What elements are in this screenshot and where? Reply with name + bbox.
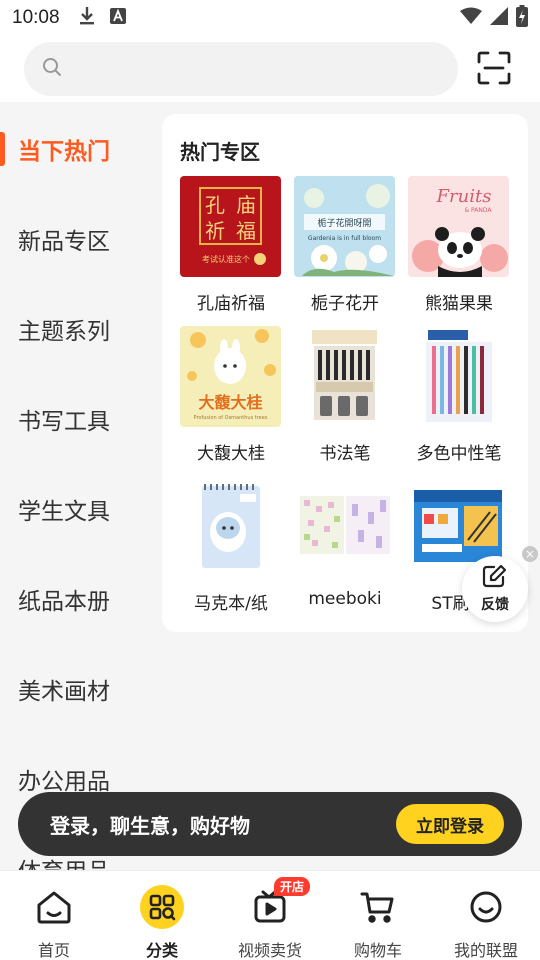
product-thumbnail bbox=[294, 326, 395, 427]
product-thumbnail: Fruits & PANDA bbox=[408, 176, 509, 277]
keyboard-a-icon bbox=[109, 8, 126, 28]
section-title: 热门专区 bbox=[180, 140, 260, 164]
product-thumbnail: 大馥大桂 Profusion of Osmanthus trees bbox=[180, 326, 281, 427]
sidebar-item-label: 主题系列 bbox=[18, 319, 110, 345]
nav-item-category[interactable]: 分类 bbox=[108, 871, 216, 960]
open-store-badge: 开店 bbox=[274, 877, 311, 896]
home-icon bbox=[32, 885, 76, 929]
sidebar-item-theme[interactable]: 主题系列 bbox=[0, 284, 150, 374]
search-bar[interactable] bbox=[24, 42, 458, 96]
login-banner: 登录，聊生意，购好物 立即登录 bbox=[18, 792, 522, 856]
thumb-caption: Profusion of Osmanthus trees bbox=[194, 415, 268, 421]
product-name: 栀子花开 bbox=[311, 294, 379, 314]
product-name: 多色中性笔 bbox=[416, 444, 502, 464]
sidebar-item-new[interactable]: 新品专区 bbox=[0, 194, 150, 284]
nav-item-cart[interactable]: 购物车 bbox=[324, 871, 432, 960]
sidebar-item-hot[interactable]: 当下热门 bbox=[0, 104, 150, 194]
thumb-caption: Gardenia is in full bloom bbox=[308, 235, 381, 242]
search-icon bbox=[42, 57, 62, 81]
product-name: 熊猫果果 bbox=[425, 294, 493, 314]
sidebar-item-label: 美术画材 bbox=[18, 679, 110, 705]
sidebar-item-label: 学生文具 bbox=[18, 499, 110, 525]
nav-item-home[interactable]: 首页 bbox=[0, 871, 108, 960]
nav-label: 分类 bbox=[145, 941, 178, 960]
sidebar-item-writing-tools[interactable]: 书写工具 bbox=[0, 374, 150, 464]
thumb-char: 孔 bbox=[205, 193, 225, 217]
battery-icon bbox=[516, 5, 528, 31]
bottom-navigation: 首页 分类 开店 视频卖货 购物车 我的联盟 bbox=[0, 870, 540, 960]
product-item[interactable]: 多色中性笔 bbox=[402, 326, 516, 464]
product-item[interactable]: 栀子花開呀開 Gardenia is in full bloom 栀子花开 bbox=[288, 176, 402, 314]
nav-label: 我的联盟 bbox=[453, 941, 518, 960]
nav-item-my-alliance[interactable]: 我的联盟 bbox=[432, 871, 540, 960]
thumb-title: Fruits bbox=[436, 186, 492, 207]
thumb-char: 祈 bbox=[205, 219, 225, 243]
product-name: 大馥大桂 bbox=[197, 444, 265, 464]
product-item[interactable]: Fruits & PANDA 熊猫果果 bbox=[402, 176, 516, 314]
thumb-caption: 考试认准这个 bbox=[202, 254, 250, 264]
product-item[interactable]: 马克本/纸 bbox=[174, 476, 288, 614]
feedback-label: 反馈 bbox=[481, 597, 509, 613]
product-item[interactable]: 大馥大桂 Profusion of Osmanthus trees 大馥大桂 bbox=[174, 326, 288, 464]
product-item[interactable]: 孔 庙 祈 福 考试认准这个 孔庙祈福 bbox=[174, 176, 288, 314]
nav-label: 视频卖货 bbox=[237, 941, 302, 960]
header bbox=[0, 36, 540, 102]
product-item[interactable]: 书法笔 bbox=[288, 326, 402, 464]
product-thumbnail: 孔 庙 祈 福 考试认准这个 bbox=[180, 176, 281, 277]
thumb-char: 福 bbox=[236, 219, 256, 243]
edit-icon bbox=[482, 564, 508, 592]
thumb-title: 大馥大桂 bbox=[198, 393, 262, 412]
close-icon[interactable]: × bbox=[522, 546, 538, 562]
thumb-char: 庙 bbox=[236, 193, 256, 217]
product-thumbnail bbox=[294, 476, 395, 577]
product-name: 孔庙祈福 bbox=[197, 294, 265, 314]
login-button[interactable]: 立即登录 bbox=[396, 804, 504, 844]
sidebar-item-label: 书写工具 bbox=[18, 409, 110, 435]
wifi-icon bbox=[460, 7, 482, 29]
category-sidebar: 当下热门 新品专区 主题系列 书写工具 学生文具 纸品本册 美术画材 办公用品 … bbox=[0, 102, 150, 870]
product-name: meeboki bbox=[308, 589, 382, 609]
login-prompt-text: 登录，聊生意，购好物 bbox=[50, 813, 250, 838]
status-time: 10:08 bbox=[12, 7, 60, 28]
cart-icon bbox=[356, 885, 400, 929]
active-indicator bbox=[0, 132, 5, 166]
product-thumbnail bbox=[408, 326, 509, 427]
product-name: 书法笔 bbox=[319, 444, 371, 464]
feedback-widget: 反馈 × bbox=[462, 546, 538, 622]
video-icon: 开店 bbox=[248, 877, 311, 929]
signal-icon bbox=[490, 7, 508, 29]
product-thumbnail bbox=[180, 476, 281, 577]
status-bar: 10:08 bbox=[0, 0, 540, 36]
product-item[interactable]: meeboki bbox=[288, 476, 402, 609]
thumb-caption: & PANDA bbox=[464, 207, 492, 214]
thumb-title: 栀子花開呀開 bbox=[317, 217, 371, 229]
scan-button[interactable] bbox=[472, 48, 516, 92]
sidebar-item-art-supplies[interactable]: 美术画材 bbox=[0, 644, 150, 734]
sidebar-item-student-stationery[interactable]: 学生文具 bbox=[0, 464, 150, 554]
nav-item-video-sales[interactable]: 开店 视频卖货 bbox=[216, 871, 324, 960]
search-input[interactable] bbox=[72, 59, 432, 79]
sidebar-item-label: 新品专区 bbox=[18, 229, 110, 255]
category-icon bbox=[140, 885, 184, 929]
profile-icon bbox=[464, 885, 508, 929]
product-thumbnail: 栀子花開呀開 Gardenia is in full bloom bbox=[294, 176, 395, 277]
nav-label: 首页 bbox=[37, 941, 70, 960]
feedback-button[interactable]: 反馈 bbox=[462, 556, 528, 622]
sidebar-item-label: 纸品本册 bbox=[18, 589, 110, 615]
download-icon bbox=[78, 6, 96, 30]
scan-icon bbox=[477, 51, 511, 89]
sidebar-item-paper-notebooks[interactable]: 纸品本册 bbox=[0, 554, 150, 644]
sidebar-item-label: 当下热门 bbox=[18, 139, 110, 165]
sidebar-item-label: 办公用品 bbox=[18, 769, 110, 795]
product-name: 马克本/纸 bbox=[194, 594, 268, 614]
nav-label: 购物车 bbox=[353, 941, 402, 960]
